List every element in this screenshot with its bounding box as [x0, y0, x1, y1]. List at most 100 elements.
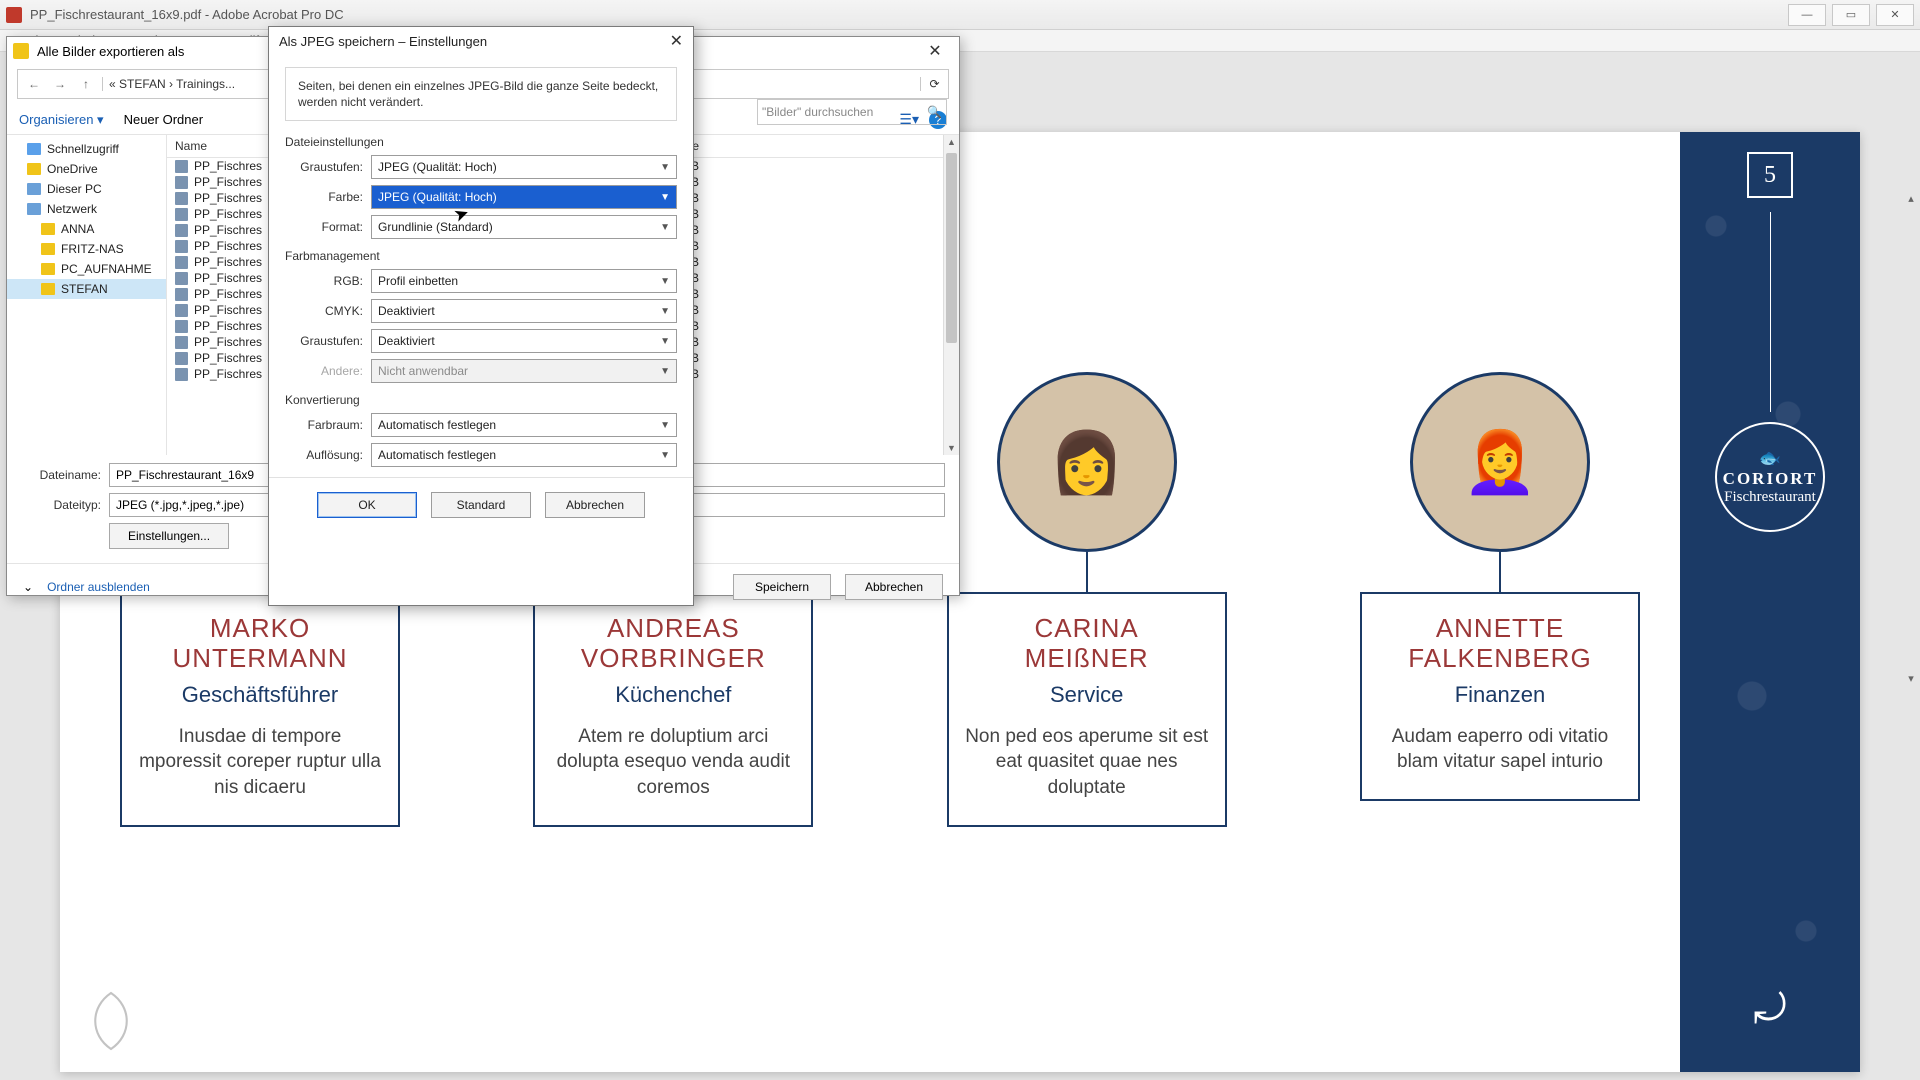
file-icon	[175, 224, 188, 237]
label-other: Andere:	[285, 364, 371, 378]
brand-name: CORIORT	[1723, 469, 1818, 489]
page-scroll-down-icon[interactable]: ▾	[1902, 672, 1920, 685]
value-rgb: Profil einbetten	[378, 274, 458, 288]
window-minimize-button[interactable]: —	[1788, 4, 1826, 26]
file-list-scrollbar[interactable]: ▲ ▼	[943, 135, 959, 455]
organize-menu[interactable]: Organisieren ▾	[19, 112, 104, 128]
folder-icon	[41, 263, 55, 275]
filetype-label: Dateityp:	[21, 498, 101, 512]
chevron-down-icon: ▼	[660, 336, 670, 347]
team-card: 👩 CARINAMEIßNERServiceNon ped eos aperume…	[947, 372, 1227, 827]
search-input[interactable]: "Bilder" durchsuchen 🔍	[757, 99, 947, 125]
nav-up-icon[interactable]: ↑	[76, 77, 96, 91]
connector-line	[1086, 552, 1088, 592]
team-role: Geschäftsführer	[136, 682, 384, 708]
select-rgb[interactable]: Profil einbetten▼	[371, 269, 677, 293]
file-icon	[175, 320, 188, 333]
team-role: Finanzen	[1376, 682, 1624, 708]
export-dialog-title: Alle Bilder exportieren als	[37, 44, 184, 59]
folder-icon	[27, 183, 41, 195]
file-icon	[175, 160, 188, 173]
team-card: 👩‍🦰ANNETTEFALKENBERGFinanzenAudam eaperr…	[1360, 372, 1640, 827]
team-card-box: ANNETTEFALKENBERGFinanzenAudam eaperro o…	[1360, 592, 1640, 801]
label-colorspace: Farbraum:	[285, 418, 371, 432]
brand-sub: Fischrestaurant	[1724, 489, 1816, 506]
folder-icon	[27, 163, 41, 175]
file-icon	[175, 256, 188, 269]
label-color: Farbe:	[285, 190, 371, 204]
tree-label: FRITZ-NAS	[61, 242, 124, 256]
export-dialog-close-button[interactable]: ✕	[917, 41, 953, 61]
team-name: ANDREASVORBRINGER	[549, 614, 797, 674]
folder-icon	[27, 143, 41, 155]
team-name: MARKOUNTERMANN	[136, 614, 384, 674]
tree-node[interactable]: Dieser PC	[7, 179, 166, 199]
label-format: Format:	[285, 220, 371, 234]
file-name: PP_Fischres	[194, 367, 262, 381]
new-folder-button[interactable]: Neuer Ordner	[124, 112, 203, 127]
select-gray2[interactable]: Deaktiviert ▼	[371, 329, 677, 353]
ok-button[interactable]: OK	[317, 492, 417, 518]
window-close-button[interactable]: ✕	[1876, 4, 1914, 26]
file-name: PP_Fischres	[194, 159, 262, 173]
label-rgb: RGB:	[285, 274, 371, 288]
cancel-button[interactable]: Abbrechen	[845, 574, 943, 600]
jpeg-dialog-close-button[interactable]: ✕	[670, 31, 683, 51]
chevron-down-icon: ▼	[660, 222, 670, 233]
tree-label: Dieser PC	[47, 182, 102, 196]
save-button[interactable]: Speichern	[733, 574, 831, 600]
tree-node[interactable]: PC_AUFNAHME	[7, 259, 166, 279]
tree-node[interactable]: Netzwerk	[7, 199, 166, 219]
refresh-icon[interactable]: ⟳	[920, 77, 948, 91]
side-strip: 5 🐟 CORIORT Fischrestaurant ⤾	[1680, 132, 1860, 1072]
cancel-button-jpeg[interactable]: Abbrechen	[545, 492, 645, 518]
nav-back-icon[interactable]: ←	[24, 77, 44, 91]
file-name: PP_Fischres	[194, 223, 262, 237]
toggle-folders-caret[interactable]: ⌄	[23, 580, 33, 594]
folder-icon	[13, 43, 29, 59]
tree-node[interactable]: OneDrive	[7, 159, 166, 179]
scroll-up-icon[interactable]: ▲	[944, 137, 959, 147]
hide-folders-link[interactable]: Ordner ausblenden	[47, 580, 150, 594]
tree-node[interactable]: STEFAN	[7, 279, 166, 299]
jpeg-dialog-title: Als JPEG speichern – Einstellungen	[279, 34, 487, 49]
team-desc: Atem re doluptium arci dolupta esequo ve…	[549, 724, 797, 801]
folder-icon	[41, 283, 55, 295]
value-gray: JPEG (Qualität: Hoch)	[378, 160, 497, 174]
tree-node[interactable]: ANNA	[7, 219, 166, 239]
select-resolution[interactable]: Automatisch festlegen▼	[371, 443, 677, 467]
tree-node[interactable]: Schnellzugriff	[7, 139, 166, 159]
file-name: PP_Fischres	[194, 239, 262, 253]
watermark-icon	[76, 986, 146, 1056]
select-cmyk[interactable]: Deaktiviert▼	[371, 299, 677, 323]
value-gray2: Deaktiviert	[378, 334, 435, 348]
file-icon	[175, 288, 188, 301]
group-file-settings: Dateieinstellungen	[285, 135, 677, 149]
settings-button[interactable]: Einstellungen...	[109, 523, 229, 549]
chevron-down-icon: ▼	[660, 192, 670, 203]
search-icon: 🔍	[927, 105, 942, 119]
select-color[interactable]: JPEG (Qualität: Hoch)▼	[371, 185, 677, 209]
file-icon	[175, 192, 188, 205]
scroll-down-icon[interactable]: ▼	[944, 443, 959, 453]
standard-button[interactable]: Standard	[431, 492, 531, 518]
file-name: PP_Fischres	[194, 319, 262, 333]
file-name: PP_Fischres	[194, 175, 262, 189]
value-resolution: Automatisch festlegen	[378, 448, 496, 462]
folder-icon	[41, 243, 55, 255]
value-cmyk: Deaktiviert	[378, 304, 435, 318]
file-icon	[175, 336, 188, 349]
nav-forward-icon[interactable]: →	[50, 77, 70, 91]
select-colorspace[interactable]: Automatisch festlegen▼	[371, 413, 677, 437]
avatar: 👩	[997, 372, 1177, 552]
value-other: Nicht anwendbar	[378, 364, 468, 378]
file-icon	[175, 304, 188, 317]
scroll-thumb[interactable]	[946, 153, 957, 343]
chevron-down-icon: ▼	[660, 366, 670, 377]
select-grayscale[interactable]: JPEG (Qualität: Hoch)▼	[371, 155, 677, 179]
tree-node[interactable]: FRITZ-NAS	[7, 239, 166, 259]
select-format[interactable]: Grundlinie (Standard)▼	[371, 215, 677, 239]
page-scroll-up-icon[interactable]: ▴	[1902, 192, 1920, 205]
team-card-box: CARINAMEIßNERServiceNon ped eos aperume …	[947, 592, 1227, 827]
window-maximize-button[interactable]: ▭	[1832, 4, 1870, 26]
